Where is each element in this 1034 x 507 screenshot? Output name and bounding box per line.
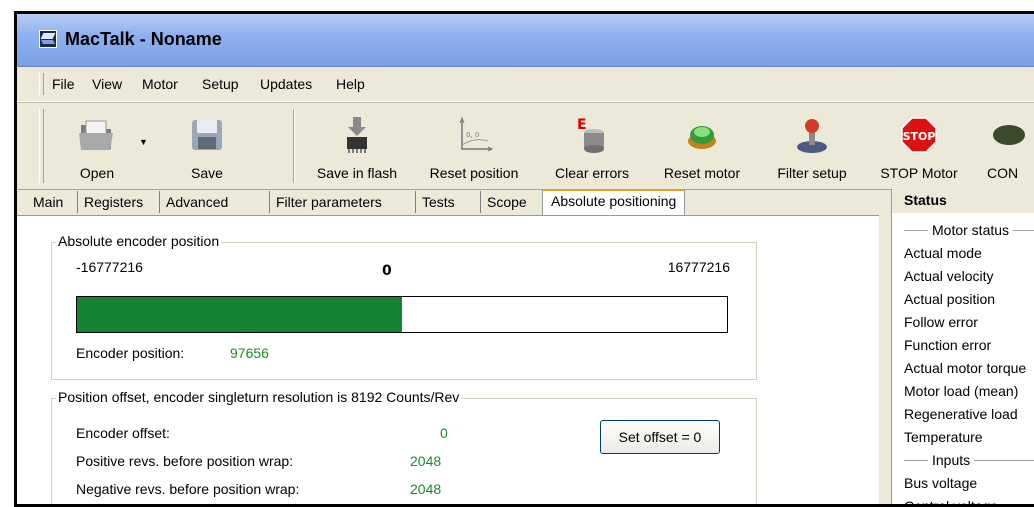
status-item: Actual velocity [904, 268, 994, 284]
reset-motor-button[interactable]: Reset motor [652, 103, 752, 189]
stop-sign-icon: STOP [901, 117, 937, 153]
open-dropdown-arrow-icon[interactable]: ▼ [139, 137, 148, 147]
menu-bar: File View Motor Setup Updates Help [17, 67, 1034, 102]
absolute-encoder-title: Absolute encoder position [56, 233, 222, 249]
reset-position-label: Reset position [429, 165, 519, 181]
save-in-flash-button[interactable]: Save in flash [302, 103, 412, 189]
tab-advanced[interactable]: Advanced [159, 191, 228, 213]
window-title: MacTalk - Noname [65, 29, 222, 49]
open-button[interactable]: Open [57, 103, 137, 189]
menu-updates[interactable]: Updates [260, 76, 312, 92]
save-label: Save [191, 165, 223, 181]
tab-strip: Main Registers Advanced Filter parameter… [17, 189, 851, 215]
positive-revs-label: Positive revs. before position wrap: [76, 453, 294, 469]
tab-registers[interactable]: Registers [77, 191, 143, 213]
tab-scope[interactable]: Scope [480, 191, 527, 213]
menubar-grip[interactable] [39, 73, 44, 95]
menu-help[interactable]: Help [336, 76, 365, 92]
tab-main[interactable]: Main [33, 191, 63, 213]
status-item: Bus voltage [904, 475, 978, 491]
stop-motor-label: STOP Motor [880, 165, 958, 181]
status-title: Status [892, 189, 1034, 213]
error-eraser-icon: E [577, 117, 604, 153]
clear-errors-button[interactable]: E Clear errors [542, 103, 642, 189]
menu-view[interactable]: View [92, 76, 122, 92]
connect-label: CON [987, 165, 1019, 181]
position-offset-group: Position offset, encoder singleturn reso… [51, 389, 757, 504]
axis-reset-icon: 0, 0 [459, 116, 494, 152]
encoder-position-bar [76, 296, 728, 333]
encoder-position-bar-fill [77, 297, 402, 332]
tab-content-panel: Absolute encoder position -16777216 0 16… [17, 215, 879, 504]
toolbar-grip[interactable] [39, 109, 44, 183]
status-item: Actual position [904, 291, 996, 307]
set-offset-button[interactable]: Set offset = 0 [600, 420, 720, 454]
inputs-header: Inputs [904, 449, 1034, 472]
positive-revs-value: 2048 [410, 453, 442, 469]
reset-button-icon [688, 126, 716, 149]
toolbar-separator [293, 109, 295, 183]
status-item: Temperature [904, 429, 983, 445]
tab-tests[interactable]: Tests [415, 191, 455, 213]
encoder-offset-label: Encoder offset: [76, 425, 170, 441]
encoder-position-label: Encoder position: [76, 345, 185, 361]
status-item: Regenerative load [904, 406, 1018, 422]
connect-button[interactable]: CON [977, 103, 1034, 189]
save-button[interactable]: Save [167, 103, 247, 189]
reset-motor-label: Reset motor [663, 165, 741, 181]
joystick-icon [797, 119, 827, 153]
menu-motor[interactable]: Motor [142, 76, 178, 92]
tab-filter-parameters[interactable]: Filter parameters [269, 191, 382, 213]
floppy-disk-icon [192, 120, 222, 150]
stop-motor-button[interactable]: STOP STOP Motor [874, 103, 964, 189]
menu-setup[interactable]: Setup [202, 76, 239, 92]
reset-position-button[interactable]: 0, 0 Reset position [415, 103, 533, 189]
clear-errors-label: Clear errors [555, 165, 629, 181]
save-in-flash-label: Save in flash [316, 165, 398, 181]
status-item: Follow error [904, 314, 978, 330]
encoder-center-label: 0 [382, 263, 392, 279]
position-offset-title: Position offset, encoder singleturn reso… [56, 389, 462, 405]
negative-revs-value: 2048 [410, 481, 442, 497]
open-label: Open [79, 165, 115, 181]
title-bar[interactable]: MacTalk - Noname [17, 14, 1034, 67]
app-window: MacTalk - Noname File View Motor Setup U… [14, 11, 1034, 507]
status-item: Motor load (mean) [904, 383, 1019, 399]
folder-icon [79, 120, 113, 150]
chip-download-icon [347, 117, 367, 153]
encoder-offset-value: 0 [440, 425, 448, 441]
connect-plug-icon [993, 125, 1025, 145]
status-item: Function error [904, 337, 992, 353]
svg-text:STOP: STOP [903, 130, 936, 143]
svg-text:0, 0: 0, 0 [466, 131, 479, 139]
filter-setup-label: Filter setup [777, 165, 847, 181]
absolute-encoder-group: Absolute encoder position -16777216 0 16… [51, 233, 757, 380]
encoder-max-label: 16777216 [667, 259, 730, 275]
status-list: Motor status Actual mode Actual velocity Ac… [904, 219, 1034, 507]
status-item: Actual mode [904, 245, 982, 261]
motor-status-header: Motor status [904, 219, 1034, 242]
toolbar: Open ▼ Save Save in flash 0, 0 Reset pos… [17, 102, 1034, 190]
svg-text:E: E [577, 117, 587, 133]
menu-file[interactable]: File [52, 76, 75, 92]
encoder-min-label: -16777216 [76, 259, 143, 275]
filter-setup-button[interactable]: Filter setup [762, 103, 862, 189]
app-icon[interactable] [39, 30, 57, 48]
status-panel: Status Motor status Actual mode Actual vel… [891, 189, 1034, 507]
tab-absolute-positioning[interactable]: Absolute positioning [542, 189, 686, 215]
negative-revs-label: Negative revs. before position wrap: [76, 481, 300, 497]
status-item: Control voltage [904, 498, 999, 507]
encoder-position-value: 97656 [230, 345, 269, 361]
status-item: Actual motor torque [904, 360, 1027, 376]
